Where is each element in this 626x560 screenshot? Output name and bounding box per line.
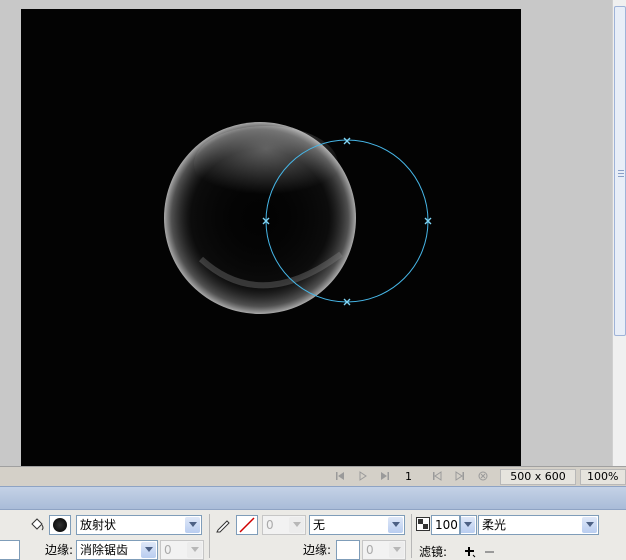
- chevron-down-icon[interactable]: [461, 517, 475, 533]
- stroke-width-value: 0: [266, 518, 274, 532]
- divider: [209, 514, 210, 558]
- chevron-down-icon[interactable]: [187, 542, 202, 558]
- chevron-down-icon[interactable]: [185, 517, 200, 533]
- play-icon[interactable]: [358, 471, 368, 481]
- edge-select[interactable]: 消除锯齿: [76, 540, 158, 560]
- chevron-down-icon[interactable]: [389, 542, 404, 558]
- plus-icon[interactable]: [464, 546, 476, 558]
- property-inspector: 放射状 边缘: 消除锯齿 0 0 无 边缘: 0 100 柔光 滤镜:: [0, 510, 626, 560]
- chevron-down-icon[interactable]: [388, 517, 403, 533]
- minus-icon[interactable]: [484, 546, 496, 558]
- fill-color-swatch[interactable]: [49, 515, 71, 535]
- opacity-dropdown[interactable]: [460, 515, 477, 535]
- grip-line: [618, 170, 624, 171]
- last-frame-icon[interactable]: [380, 471, 390, 481]
- opacity-icon: [416, 517, 430, 531]
- stroke-width-input[interactable]: 0: [262, 515, 306, 535]
- grip-line: [618, 176, 624, 177]
- edge-label: 边缘:: [45, 543, 74, 557]
- opacity-input[interactable]: 100: [431, 515, 460, 535]
- prev-frame-icon[interactable]: [432, 471, 442, 481]
- property-inspector-header[interactable]: [0, 486, 626, 510]
- fill-type-select[interactable]: 放射状: [76, 515, 202, 535]
- stroke-texture-select[interactable]: 无: [309, 515, 405, 535]
- scroll-thumb[interactable]: [614, 6, 626, 336]
- zoom-select[interactable]: 100%: [580, 469, 626, 485]
- stroke-edge-amount-input[interactable]: 0: [362, 540, 406, 560]
- stroke-color-swatch[interactable]: [236, 515, 258, 535]
- no-color-icon: [239, 517, 255, 533]
- stroke-edge-input[interactable]: [336, 540, 360, 560]
- chevron-down-icon[interactable]: [289, 517, 304, 533]
- grip-line: [618, 173, 624, 174]
- fill-type-value: 放射状: [80, 518, 117, 532]
- edge-amount-input[interactable]: 0: [160, 540, 204, 560]
- filters-label: 滤镜:: [419, 545, 448, 559]
- anchor-top: [343, 137, 351, 145]
- canvas-stage[interactable]: [21, 9, 521, 466]
- app-window: 1 500 x 600 100% 放射状 边缘: 消除锯齿 0 0 无 边缘: …: [0, 0, 626, 560]
- chevron-down-icon[interactable]: [141, 542, 156, 558]
- stroke-texture-value: 无: [313, 518, 326, 532]
- radial-swatch-preview: [53, 518, 67, 532]
- document-workarea[interactable]: [0, 0, 612, 466]
- vertical-scrollbar[interactable]: [612, 0, 626, 466]
- status-bar: 1 500 x 600 100%: [0, 466, 626, 486]
- chevron-down-icon[interactable]: [582, 517, 597, 533]
- blend-mode-value: 柔光: [482, 518, 507, 532]
- bubble-highlight: [194, 126, 338, 202]
- stop-icon[interactable]: [478, 471, 488, 481]
- partial-field[interactable]: [0, 540, 20, 560]
- opacity-value: 100: [435, 518, 458, 532]
- first-frame-icon[interactable]: [335, 471, 345, 481]
- blend-mode-select[interactable]: 柔光: [478, 515, 599, 535]
- edge-value: 消除锯齿: [80, 543, 129, 557]
- zoom-value: 100%: [587, 470, 619, 483]
- paint-bucket-icon: [31, 518, 44, 531]
- stroke-edge-label: 边缘:: [303, 543, 332, 557]
- stage-size-display[interactable]: 500 x 600: [500, 469, 576, 485]
- edge-amount-value: 0: [164, 543, 172, 557]
- divider: [411, 514, 412, 558]
- next-frame-icon[interactable]: [455, 471, 465, 481]
- pencil-icon: [216, 520, 230, 533]
- canvas-artwork: [164, 122, 432, 314]
- frame-number: 1: [405, 470, 412, 483]
- stroke-edge-amount-value: 0: [366, 543, 374, 557]
